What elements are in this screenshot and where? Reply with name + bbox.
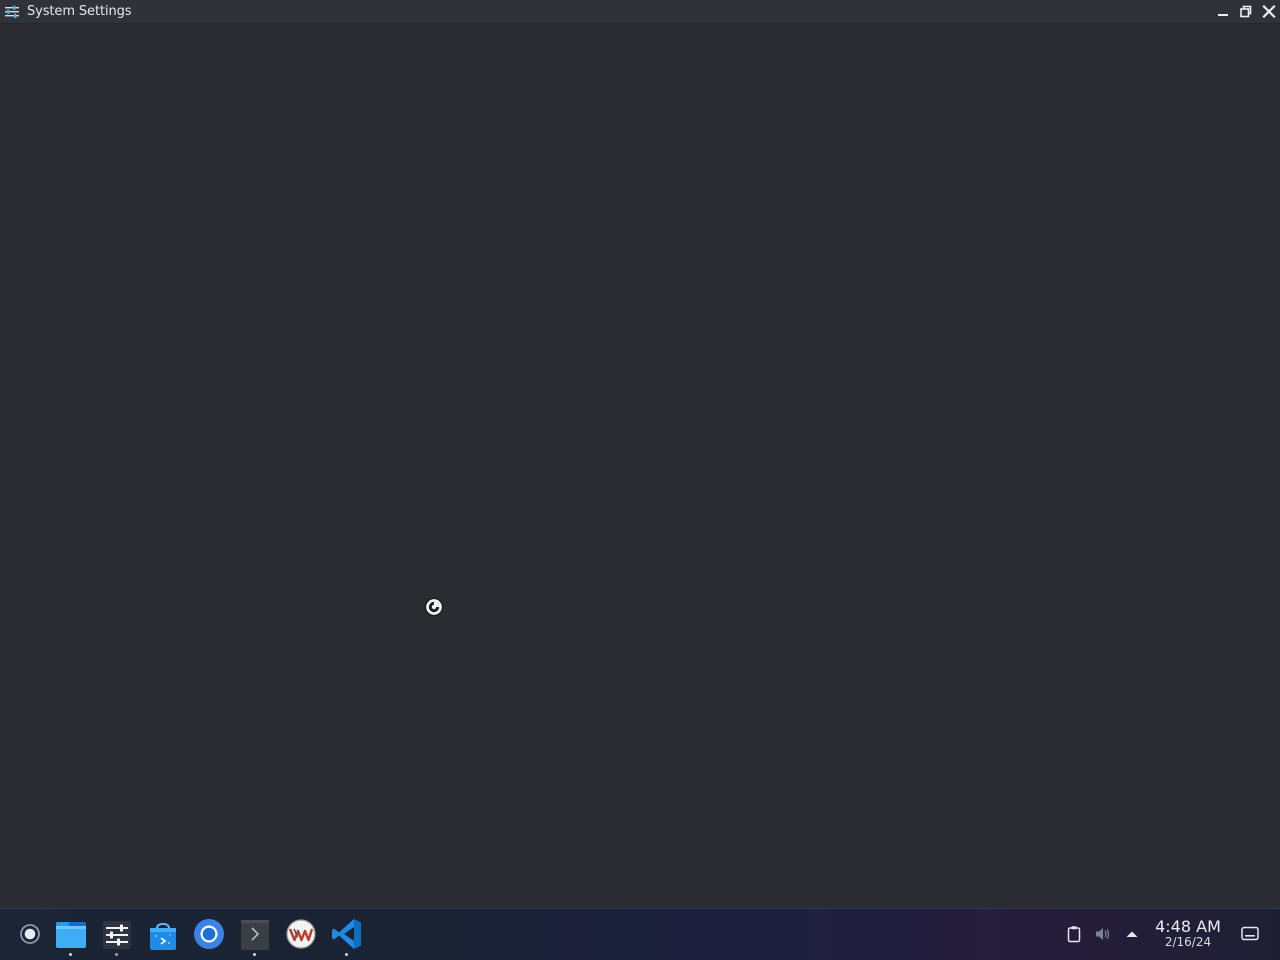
running-indicator [253, 953, 256, 956]
running-indicator [345, 953, 348, 956]
expand-tray-icon [1126, 931, 1138, 937]
volume-icon [1096, 928, 1110, 940]
busy-cursor-icon [424, 597, 444, 617]
close-button[interactable] [1260, 3, 1278, 20]
desktop-screen: System Settings 4:48 AM 2/16/24 [0, 0, 1280, 960]
sliders-icon [4, 5, 20, 18]
window-content-area [0, 24, 1280, 908]
folder-icon [56, 922, 86, 948]
sliders-icon [103, 921, 131, 949]
close-icon [1262, 4, 1276, 19]
taskbar-app-files[interactable] [51, 915, 91, 956]
chromium-icon [194, 919, 224, 949]
vmm-icon [286, 919, 316, 949]
taskbar-app-chromium[interactable] [189, 915, 229, 955]
active-indicator [115, 953, 118, 956]
maximize-icon [1240, 5, 1252, 18]
window-titlebar[interactable]: System Settings [0, 0, 1280, 24]
taskbar-app-virtual-machine-manager[interactable] [281, 915, 321, 955]
running-indicator [69, 953, 72, 956]
clock[interactable]: 4:48 AM 2/16/24 [1148, 917, 1228, 949]
store-bag-icon [150, 922, 176, 950]
show-desktop-button[interactable] [1240, 925, 1260, 943]
taskbar: 4:48 AM 2/16/24 [0, 908, 1280, 960]
minimize-button[interactable] [1214, 3, 1232, 20]
tray-expand-button[interactable] [1123, 925, 1141, 943]
maximize-button[interactable] [1237, 3, 1255, 20]
clipboard-icon [1067, 926, 1081, 943]
taskbar-app-terminal[interactable] [235, 915, 275, 956]
tray-clipboard-button[interactable] [1065, 925, 1083, 943]
show-desktop-icon [1241, 926, 1259, 941]
clock-date: 2/16/24 [1164, 935, 1212, 949]
application-launcher-button[interactable] [10, 915, 50, 955]
application-launcher-icon [20, 924, 40, 944]
clock-time: 4:48 AM [1155, 917, 1221, 936]
tray-volume-button[interactable] [1094, 925, 1112, 943]
taskbar-app-system-settings[interactable] [97, 915, 137, 956]
terminal-icon [241, 920, 269, 950]
taskbar-app-store[interactable] [143, 915, 183, 955]
taskbar-app-vscode[interactable] [327, 915, 367, 956]
minimize-icon [1218, 14, 1228, 16]
vscode-icon [332, 919, 361, 949]
window-title: System Settings [27, 4, 132, 19]
